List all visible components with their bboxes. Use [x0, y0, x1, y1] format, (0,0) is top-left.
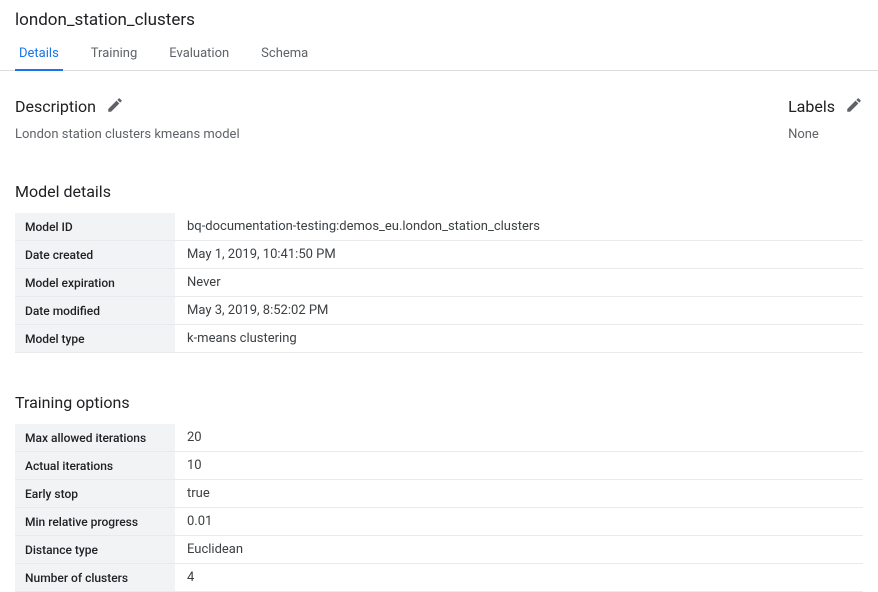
kv-value: 4: [175, 564, 863, 592]
kv-key: Actual iterations: [15, 452, 175, 480]
kv-value: true: [175, 480, 863, 508]
training-options-table: Max allowed iterations 20 Actual iterati…: [15, 424, 863, 592]
table-row: Number of clusters 4: [15, 564, 863, 592]
kv-key: Distance type: [15, 536, 175, 564]
kv-value: May 1, 2019, 10:41:50 PM: [175, 241, 863, 269]
kv-value: Euclidean: [175, 536, 863, 564]
kv-key: Max allowed iterations: [15, 424, 175, 452]
kv-value: 20: [175, 424, 863, 452]
table-row: Date modified May 3, 2019, 8:52:02 PM: [15, 297, 863, 325]
kv-key: Min relative progress: [15, 508, 175, 536]
table-row: Model ID bq-documentation-testing:demos_…: [15, 213, 863, 241]
kv-value: May 3, 2019, 8:52:02 PM: [175, 297, 863, 325]
table-row: Early stop true: [15, 480, 863, 508]
kv-value: Never: [175, 269, 863, 297]
model-details-table: Model ID bq-documentation-testing:demos_…: [15, 213, 863, 353]
kv-key: Model ID: [15, 213, 175, 241]
pencil-icon: [845, 96, 863, 114]
description-text: London station clusters kmeans model: [15, 127, 240, 142]
kv-key: Date created: [15, 241, 175, 269]
kv-key: Number of clusters: [15, 564, 175, 592]
kv-key: Date modified: [15, 297, 175, 325]
table-row: Model expiration Never: [15, 269, 863, 297]
tabs: Details Training Evaluation Schema: [0, 38, 878, 71]
description-heading: Description: [15, 95, 96, 119]
tab-training[interactable]: Training: [87, 38, 141, 71]
kv-key: Model type: [15, 325, 175, 353]
tab-schema[interactable]: Schema: [257, 38, 312, 71]
edit-labels-button[interactable]: [845, 96, 863, 118]
table-row: Min relative progress 0.01: [15, 508, 863, 536]
kv-value: k-means clustering: [175, 325, 863, 353]
kv-key: Model expiration: [15, 269, 175, 297]
page-title: london_station_clusters: [15, 10, 863, 30]
kv-value: bq-documentation-testing:demos_eu.london…: [175, 213, 863, 241]
kv-value: 10: [175, 452, 863, 480]
labels-heading: Labels: [788, 95, 835, 119]
kv-key: Early stop: [15, 480, 175, 508]
table-row: Distance type Euclidean: [15, 536, 863, 564]
table-row: Max allowed iterations 20: [15, 424, 863, 452]
kv-value: 0.01: [175, 508, 863, 536]
model-details-heading: Model details: [15, 182, 863, 201]
table-row: Actual iterations 10: [15, 452, 863, 480]
labels-text: None: [788, 127, 863, 142]
training-options-heading: Training options: [15, 393, 863, 412]
table-row: Model type k-means clustering: [15, 325, 863, 353]
edit-description-button[interactable]: [106, 96, 124, 118]
tab-details[interactable]: Details: [15, 38, 63, 71]
table-row: Date created May 1, 2019, 10:41:50 PM: [15, 241, 863, 269]
tab-evaluation[interactable]: Evaluation: [165, 38, 233, 71]
pencil-icon: [106, 96, 124, 114]
